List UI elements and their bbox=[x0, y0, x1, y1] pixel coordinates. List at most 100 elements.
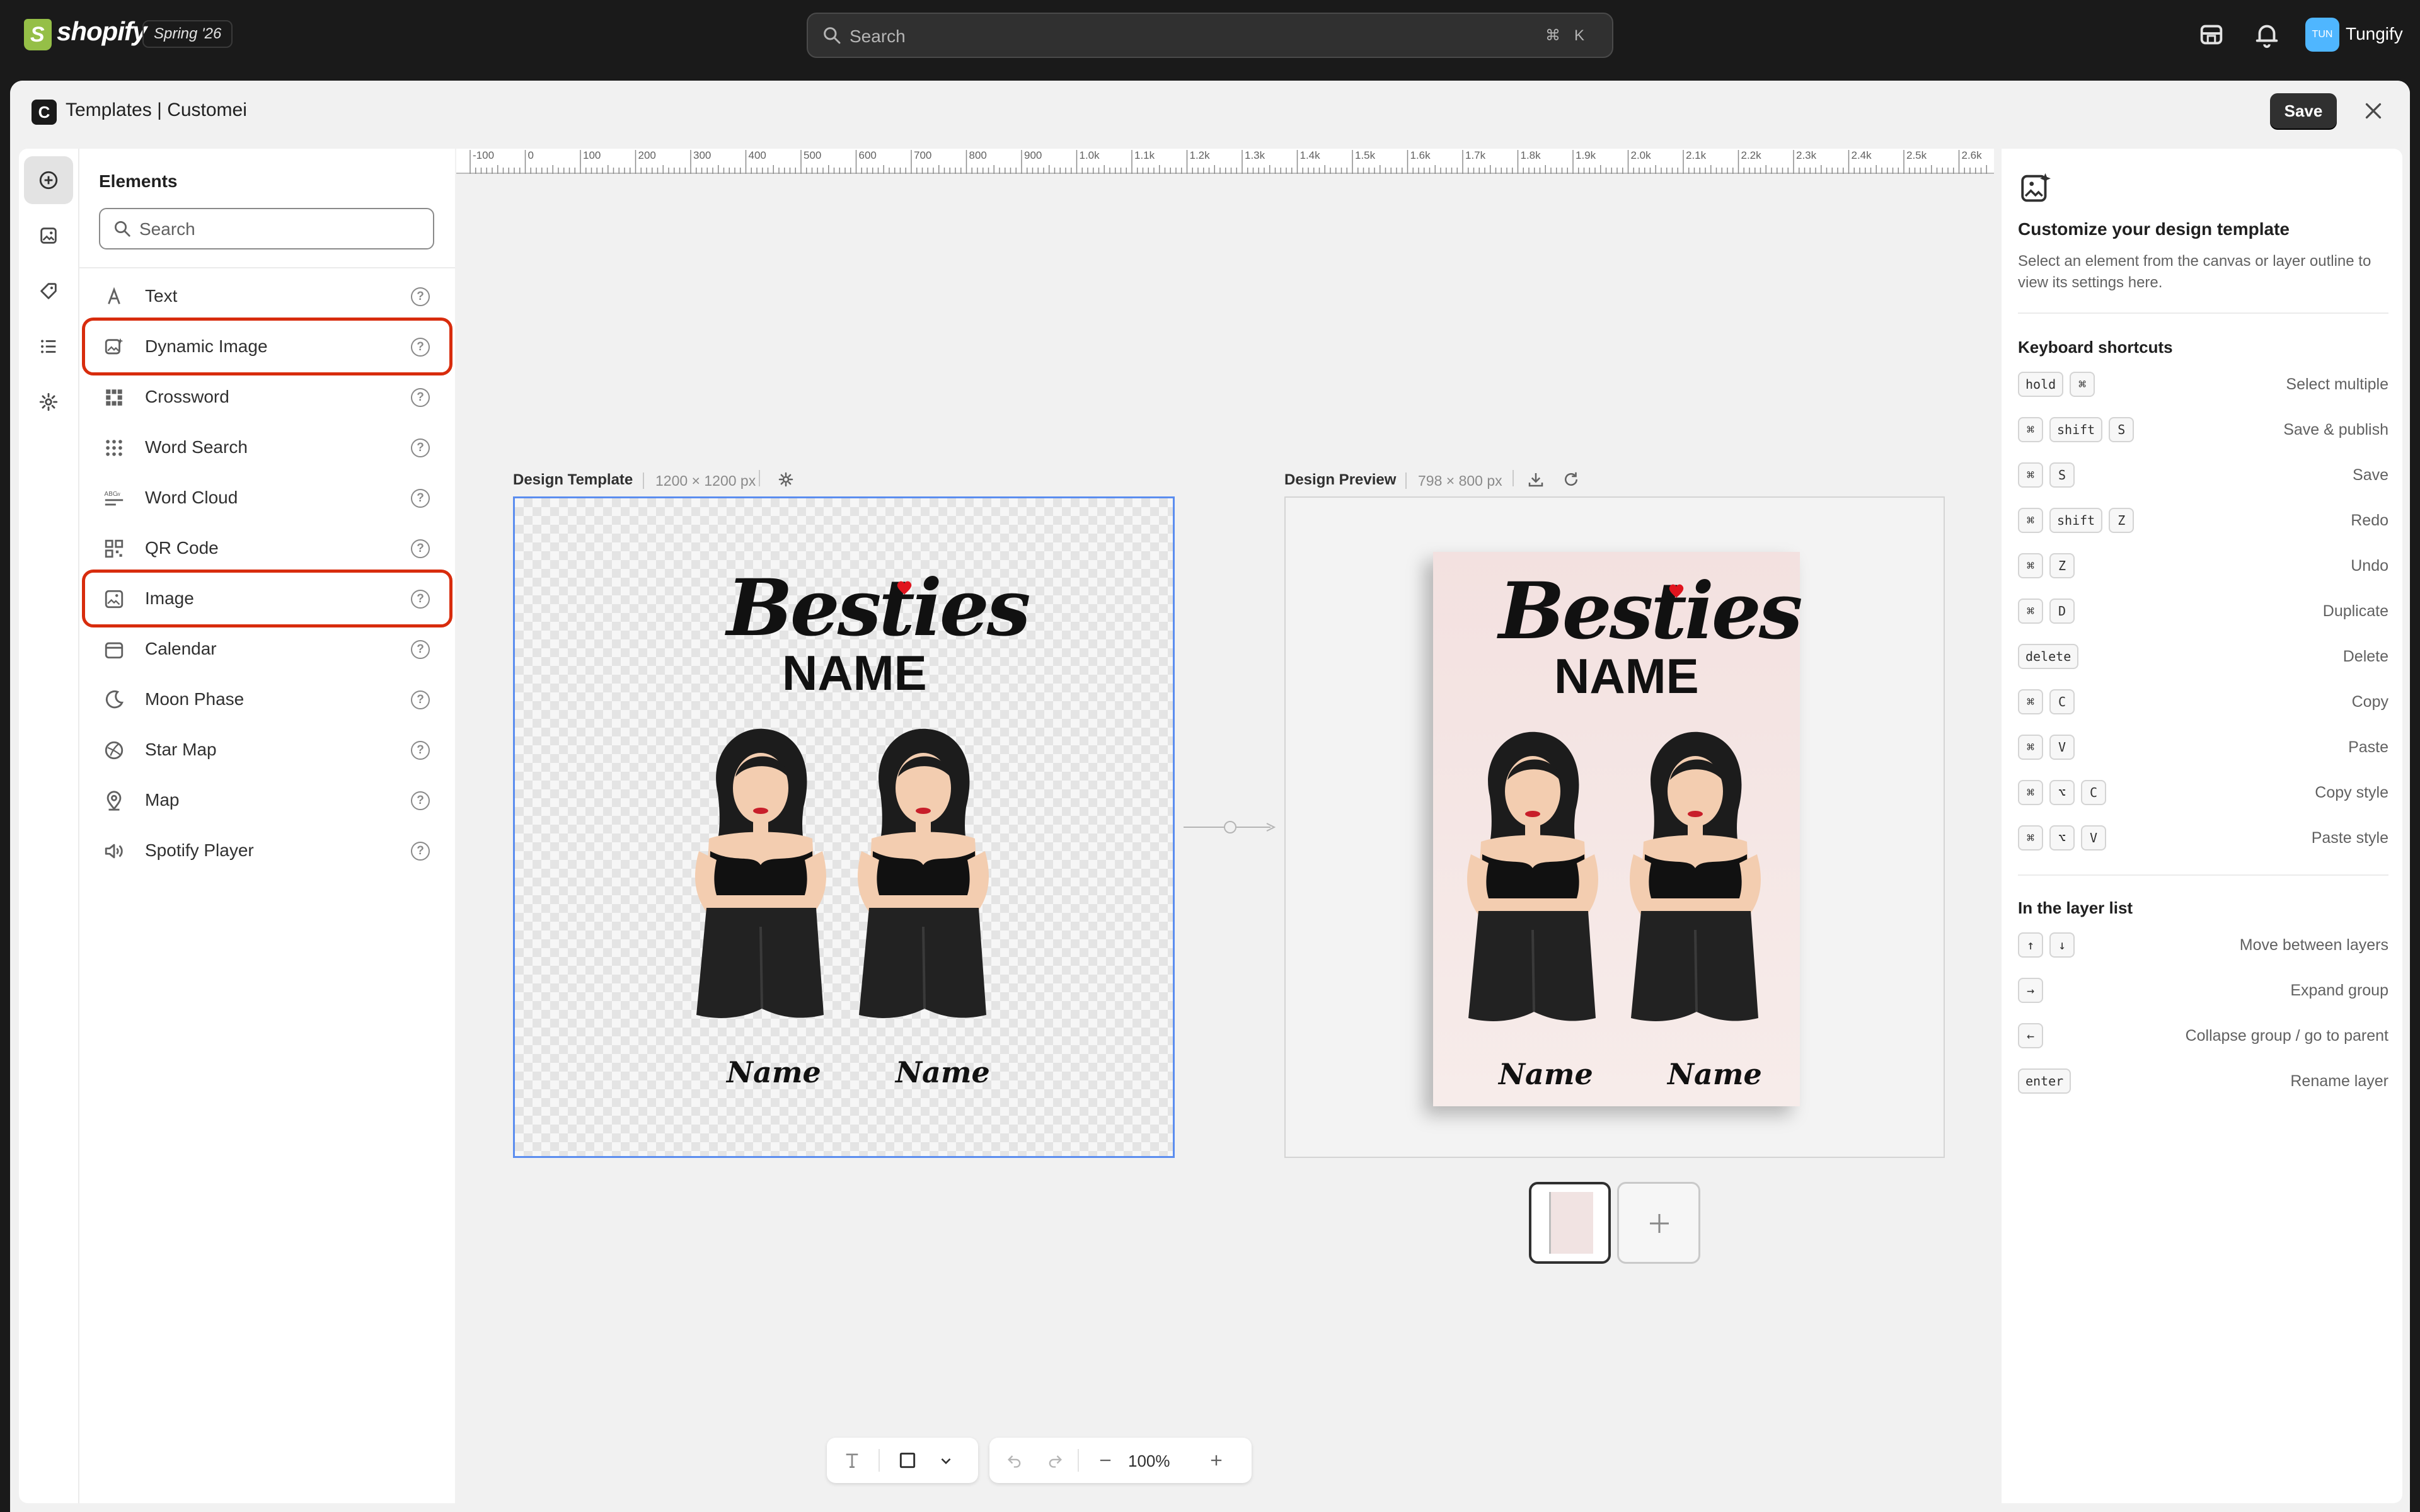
shopify-logo[interactable]: shopify bbox=[57, 16, 147, 47]
rail-layers[interactable] bbox=[24, 323, 73, 370]
zoom-in-icon[interactable] bbox=[1207, 1452, 1225, 1469]
zoom-out-icon[interactable] bbox=[1097, 1452, 1114, 1469]
element-item-calendar[interactable]: Calendar? bbox=[82, 624, 451, 674]
ruler-label: 1.4k bbox=[1300, 149, 1321, 161]
shortcut-keys: ⌘ Z bbox=[2018, 553, 2081, 578]
shopify-bag-icon[interactable] bbox=[24, 19, 52, 50]
key-cap: D bbox=[2049, 598, 2075, 624]
key-cap: enter bbox=[2018, 1068, 2071, 1094]
element-item-moon-phase[interactable]: Moon Phase? bbox=[82, 674, 451, 724]
key-cap: C bbox=[2081, 780, 2106, 805]
element-item-qr-code[interactable]: QR Code? bbox=[82, 523, 451, 573]
text-tool-icon[interactable] bbox=[842, 1450, 862, 1470]
add-preview-button[interactable] bbox=[1617, 1182, 1700, 1264]
search-placeholder: Search bbox=[850, 26, 906, 46]
store-name[interactable]: Tungify bbox=[2346, 24, 2403, 44]
shortcut-action: Delete bbox=[2342, 648, 2388, 665]
rail-settings[interactable] bbox=[24, 378, 73, 426]
rail-tags[interactable] bbox=[24, 267, 73, 315]
element-item-text[interactable]: Text? bbox=[82, 271, 451, 321]
element-item-label: QR Code bbox=[145, 538, 219, 558]
close-icon[interactable] bbox=[2362, 100, 2385, 122]
element-item-label: Text bbox=[145, 286, 178, 306]
refresh-icon[interactable] bbox=[1562, 470, 1581, 489]
shape-tool-icon[interactable] bbox=[897, 1450, 918, 1470]
chevron-down-icon[interactable] bbox=[938, 1453, 954, 1469]
caption-divider bbox=[1512, 470, 1514, 486]
elements-search-input[interactable]: Search bbox=[99, 208, 434, 249]
word-search-icon bbox=[106, 440, 122, 456]
key-cap: S bbox=[2109, 417, 2135, 442]
shortcut-action: Move between layers bbox=[2239, 936, 2388, 954]
zoom-level[interactable]: 100% bbox=[1128, 1452, 1170, 1471]
element-item-label: Crossword bbox=[145, 387, 229, 406]
ruler-label: 100 bbox=[583, 149, 601, 161]
heart-icon bbox=[1669, 584, 1684, 598]
ruler-label: 0 bbox=[528, 149, 534, 161]
shortcut-keys: delete bbox=[2018, 644, 2085, 669]
key-cap: C bbox=[2049, 689, 2075, 714]
shortcut-action: Duplicate bbox=[2322, 602, 2388, 620]
speaker-icon bbox=[105, 844, 123, 859]
rail-add-element[interactable] bbox=[24, 156, 73, 204]
help-icon[interactable]: ? bbox=[411, 539, 430, 558]
key-cap: ↓ bbox=[2049, 932, 2075, 958]
help-icon[interactable]: ? bbox=[411, 287, 430, 306]
ruler-label: 1.5k bbox=[1355, 149, 1376, 161]
avatar[interactable]: TUN bbox=[2305, 18, 2339, 52]
redo-icon[interactable] bbox=[1046, 1452, 1064, 1469]
template-left-name[interactable]: Name bbox=[727, 1055, 821, 1089]
shortcut-row: ⌘ Z Undo bbox=[2018, 551, 2388, 582]
help-icon[interactable]: ? bbox=[411, 489, 430, 508]
ruler-label: 1.9k bbox=[1576, 149, 1596, 161]
help-icon[interactable]: ? bbox=[411, 640, 430, 659]
keyboard-shortcuts-heading: Keyboard shortcuts bbox=[2018, 338, 2173, 357]
element-item-word-cloud[interactable]: ABC W Word Cloud? bbox=[82, 472, 451, 523]
shortcut-row: ⌘ shift S Save & publish bbox=[2018, 415, 2388, 446]
layer-list-heading: In the layer list bbox=[2018, 898, 2133, 917]
k-key: K bbox=[1574, 27, 1584, 44]
global-search-input[interactable]: Search ⌘ K bbox=[807, 13, 1613, 58]
design-template-canvas[interactable]: Besties NAME Name Name bbox=[513, 496, 1175, 1158]
save-button[interactable]: Save bbox=[2270, 93, 2337, 129]
help-icon[interactable]: ? bbox=[411, 388, 430, 407]
template-title-text[interactable]: Besties bbox=[727, 563, 1031, 654]
element-item-star-map[interactable]: Star Map? bbox=[82, 724, 451, 775]
shortcut-keys: ⌘ shift S bbox=[2018, 417, 2140, 442]
ruler-label: 200 bbox=[638, 149, 656, 161]
element-item-spotify-player[interactable]: Spotify Player? bbox=[82, 825, 451, 876]
bell-icon[interactable] bbox=[2252, 20, 2281, 49]
ruler-label: 300 bbox=[693, 149, 711, 161]
besties-illustration[interactable] bbox=[684, 719, 1011, 1046]
store-icon[interactable] bbox=[2197, 20, 2226, 49]
word-cloud-icon: ABCW bbox=[104, 491, 124, 506]
rail-images[interactable] bbox=[24, 212, 73, 260]
help-icon[interactable]: ? bbox=[411, 438, 430, 457]
shortcut-row: ← Collapse group / go to parent bbox=[2018, 1021, 2388, 1052]
help-icon[interactable]: ? bbox=[411, 791, 430, 810]
design-template-size: 1200 × 1200 px bbox=[655, 472, 756, 489]
help-icon[interactable]: ? bbox=[411, 690, 430, 709]
key-cap: delete bbox=[2018, 644, 2079, 669]
shortcut-row: ⌘ C Copy bbox=[2018, 687, 2388, 718]
element-item-word-search[interactable]: Word Search? bbox=[82, 422, 451, 472]
ruler-label: 1.6k bbox=[1410, 149, 1431, 161]
shortcut-keys: → bbox=[2018, 978, 2049, 1003]
template-settings-icon[interactable] bbox=[776, 470, 795, 489]
shortcut-row: ⌘ S Save bbox=[2018, 460, 2388, 491]
preview-thumbnail[interactable] bbox=[1529, 1182, 1611, 1264]
caption-divider bbox=[643, 472, 644, 489]
help-icon[interactable]: ? bbox=[411, 842, 430, 861]
element-item-crossword[interactable]: Crossword? bbox=[82, 372, 451, 422]
help-icon[interactable]: ? bbox=[411, 741, 430, 760]
download-icon[interactable] bbox=[1526, 470, 1545, 489]
shortcut-action: Save & publish bbox=[2283, 421, 2388, 438]
insert-toolbar bbox=[827, 1438, 978, 1483]
template-name-text[interactable]: NAME bbox=[782, 644, 927, 702]
preview-title-text: Besties bbox=[1499, 566, 1803, 657]
ruler-label: 1.8k bbox=[1521, 149, 1541, 161]
edition-badge[interactable]: Spring '26 bbox=[142, 20, 233, 48]
template-right-name[interactable]: Name bbox=[896, 1055, 990, 1089]
undo-icon[interactable] bbox=[1006, 1452, 1023, 1469]
element-item-map[interactable]: Map? bbox=[82, 775, 451, 825]
